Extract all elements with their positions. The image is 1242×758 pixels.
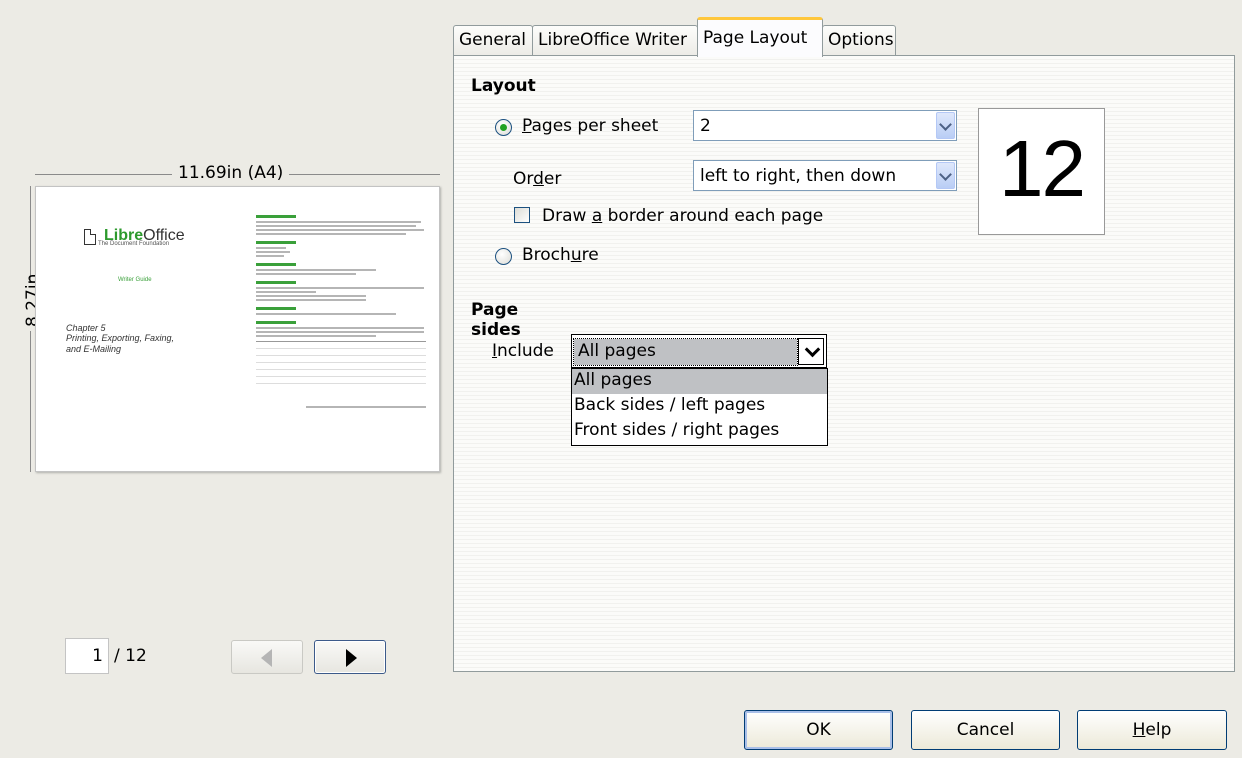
tab-options[interactable]: Options xyxy=(822,25,896,56)
order-select[interactable]: left to right, then down xyxy=(693,160,957,191)
guide-label: Writer Guide xyxy=(118,277,152,283)
width-dimension-label: 11.69in (A4) xyxy=(172,163,290,183)
pages-preview-box: 12 xyxy=(978,108,1105,235)
page-preview: LibreOffice The Document Foundation Writ… xyxy=(35,186,440,472)
pages-per-sheet-radio[interactable] xyxy=(495,119,512,136)
draw-border-label: Draw a border around each page xyxy=(542,206,824,226)
help-button[interactable]: Help xyxy=(1077,710,1227,750)
chevron-down-icon[interactable] xyxy=(798,338,824,365)
page-number-field[interactable]: 1 xyxy=(65,638,109,674)
chapter-title: Chapter 5 Printing, Exporting, Faxing, a… xyxy=(66,323,175,354)
next-page-button[interactable] xyxy=(314,640,386,674)
ok-button[interactable]: OK xyxy=(744,710,893,750)
page-sides-heading: Page sides xyxy=(471,300,521,340)
chevron-down-icon[interactable] xyxy=(936,112,955,139)
order-label: Order xyxy=(513,169,562,189)
include-label: Include xyxy=(492,341,554,361)
brochure-label: Brochure xyxy=(522,245,599,265)
pages-per-sheet-label: Pages per sheet xyxy=(522,116,659,136)
left-triangle-icon xyxy=(261,649,272,667)
pages-per-sheet-select[interactable]: 2 xyxy=(693,110,957,141)
page-total-label: / 12 xyxy=(114,646,147,666)
include-select-value: All pages xyxy=(573,338,798,366)
preview-text-column xyxy=(256,209,426,410)
include-dropdown-list: All pages Back sides / left pages Front … xyxy=(571,368,828,446)
right-triangle-icon xyxy=(346,649,357,667)
document-icon xyxy=(84,229,96,245)
pages-preview-number: 12 xyxy=(999,124,1086,213)
tab-libreoffice-writer[interactable]: LibreOffice Writer xyxy=(532,25,698,56)
brochure-radio[interactable] xyxy=(495,248,512,265)
dropdown-option-back-sides[interactable]: Back sides / left pages xyxy=(572,394,827,419)
tab-page-layout[interactable]: Page Layout xyxy=(697,17,823,57)
foundation-label: The Document Foundation xyxy=(98,241,170,247)
previous-page-button[interactable] xyxy=(231,640,303,674)
include-select[interactable]: All pages xyxy=(571,334,827,368)
chevron-down-icon[interactable] xyxy=(936,162,955,189)
tab-general[interactable]: General xyxy=(453,25,533,56)
cancel-button[interactable]: Cancel xyxy=(911,710,1060,750)
dropdown-option-all-pages[interactable]: All pages xyxy=(572,369,827,394)
layout-heading: Layout xyxy=(471,76,536,96)
dropdown-option-front-sides[interactable]: Front sides / right pages xyxy=(572,419,827,444)
draw-border-checkbox[interactable] xyxy=(514,207,530,223)
